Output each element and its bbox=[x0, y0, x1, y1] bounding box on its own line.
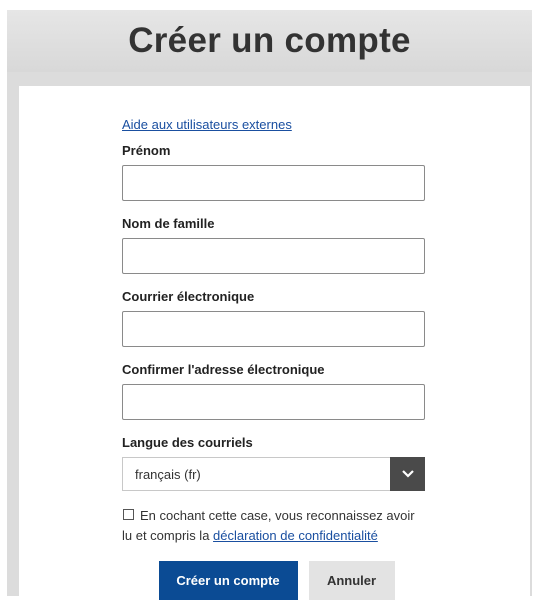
email-input[interactable] bbox=[122, 311, 425, 347]
language-select[interactable]: français (fr) bbox=[122, 457, 425, 491]
language-select-value: français (fr) bbox=[135, 466, 201, 482]
page-header: Créer un compte bbox=[7, 10, 532, 72]
last-name-input[interactable] bbox=[122, 238, 425, 274]
first-name-input[interactable] bbox=[122, 165, 425, 201]
cancel-button[interactable]: Annuler bbox=[308, 561, 395, 600]
email-label: Courrier électronique bbox=[122, 289, 255, 304]
signup-form: Aide aux utilisateurs externes Prénom No… bbox=[122, 117, 427, 600]
last-name-label: Nom de famille bbox=[122, 216, 215, 231]
chevron-down-icon[interactable] bbox=[390, 457, 425, 491]
page-title: Créer un compte bbox=[128, 21, 411, 60]
create-account-button[interactable]: Créer un compte bbox=[158, 561, 298, 600]
email-confirm-label: Confirmer l'adresse électronique bbox=[122, 362, 325, 377]
external-users-help-link[interactable]: Aide aux utilisateurs externes bbox=[122, 117, 427, 132]
language-label: Langue des courriels bbox=[122, 435, 253, 450]
email-confirm-input[interactable] bbox=[122, 384, 425, 420]
consent-checkbox[interactable] bbox=[123, 509, 134, 520]
consent-text: En cochant cette case, vous reconnaissez… bbox=[122, 506, 427, 546]
form-actions: Créer un compte Annuler bbox=[122, 561, 427, 600]
first-name-label: Prénom bbox=[122, 143, 171, 158]
privacy-statement-link[interactable]: déclaration de confidentialité bbox=[213, 528, 378, 543]
